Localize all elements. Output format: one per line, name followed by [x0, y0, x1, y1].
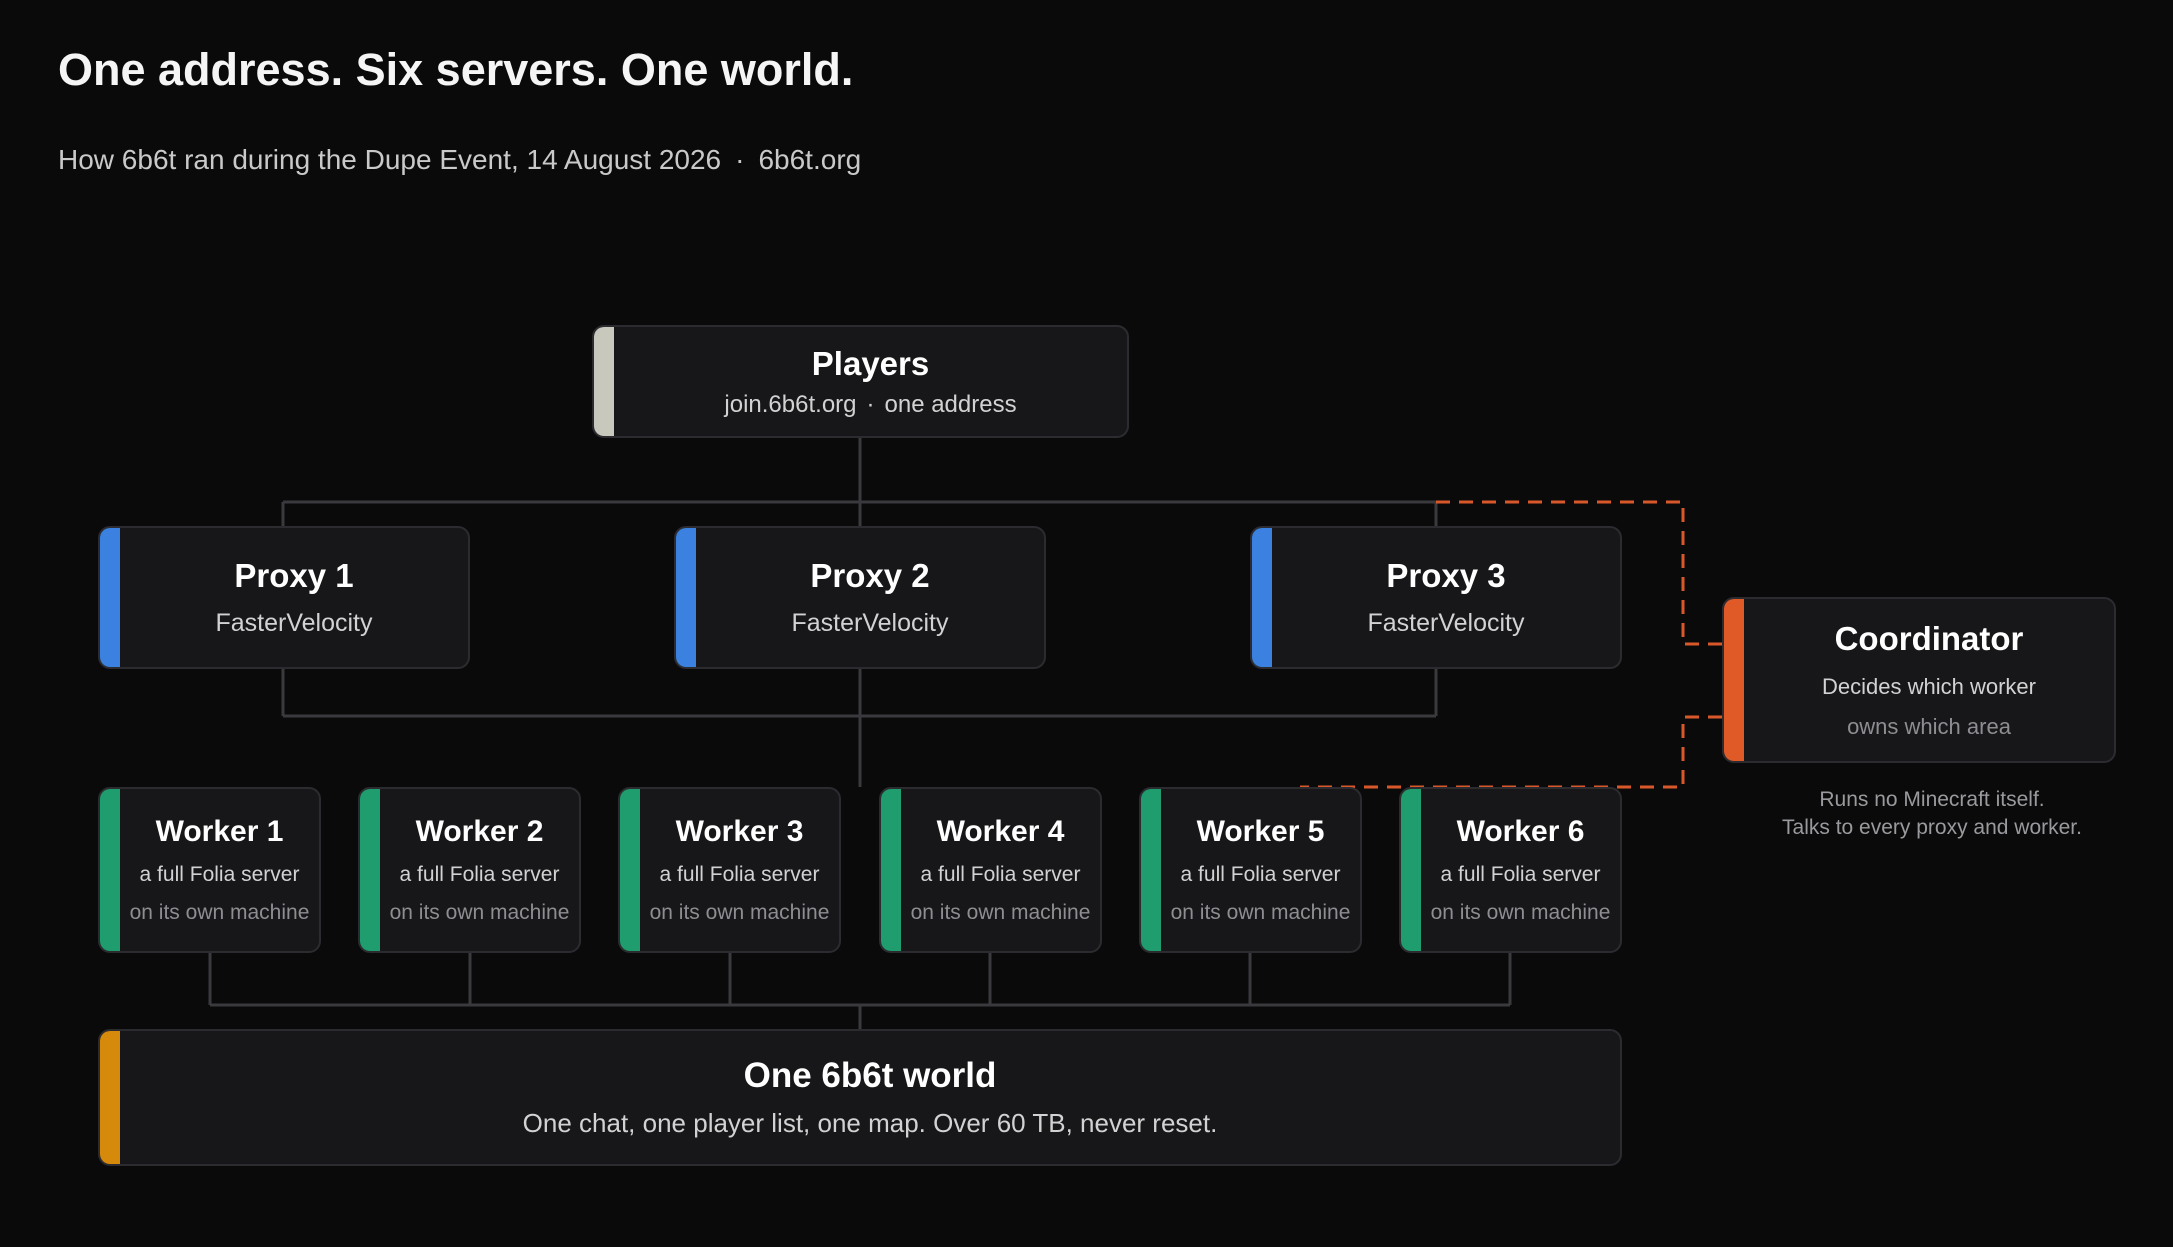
coordinator-note-line1: Runs no Minecraft itself. — [1819, 788, 2045, 811]
worker-accent-bar — [620, 789, 640, 951]
coordinator-node: Coordinator Decides which worker owns wh… — [1722, 597, 2116, 763]
players-address: join.6b6t.org — [724, 390, 857, 418]
worker-line2: on its own machine — [129, 901, 310, 924]
proxy-title: Proxy 3 — [1386, 557, 1506, 594]
players-address-line: join.6b6t.org · one address — [724, 391, 1016, 419]
coordinator-accent-bar — [1724, 599, 1744, 761]
worker-accent-bar — [1401, 789, 1421, 951]
proxy-software: FasterVelocity — [215, 609, 373, 637]
proxy-title: Proxy 2 — [810, 557, 930, 594]
players-accent-bar — [594, 327, 614, 436]
worker-line1: a full Folia server — [920, 863, 1081, 886]
worker-title: Worker 1 — [155, 815, 284, 848]
workers-to-world-line — [208, 951, 1512, 1030]
world-description: One chat, one player list, one map. Over… — [522, 1108, 1218, 1138]
worker-line2: on its own machine — [649, 901, 830, 924]
proxy-node-1: Proxy 1 FasterVelocity — [98, 526, 470, 669]
players-title: Players — [811, 344, 930, 382]
proxy-software: FasterVelocity — [791, 609, 949, 637]
players-separator: · — [866, 390, 875, 418]
worker-node-5: Worker 5 a full Folia server on its own … — [1139, 787, 1362, 953]
coordinator-line1: Decides which worker — [1822, 674, 2036, 699]
world-title: One 6b6t world — [743, 1056, 997, 1095]
worker-line1: a full Folia server — [1180, 863, 1341, 886]
worker-node-6: Worker 6 a full Folia server on its own … — [1399, 787, 1622, 953]
worker-accent-bar — [100, 789, 120, 951]
players-to-proxies-line — [281, 437, 1438, 527]
coordinator-title: Coordinator — [1834, 620, 2024, 657]
worker-line1: a full Folia server — [399, 863, 560, 886]
proxy-node-2: Proxy 2 FasterVelocity — [674, 526, 1046, 669]
worker-accent-bar — [881, 789, 901, 951]
worker-accent-bar — [360, 789, 380, 951]
world-node: One 6b6t world One chat, one player list… — [98, 1029, 1622, 1166]
worker-line2: on its own machine — [389, 901, 570, 924]
worker-node-2: Worker 2 a full Folia server on its own … — [358, 787, 581, 953]
world-accent-bar — [100, 1031, 120, 1164]
worker-line2: on its own machine — [1430, 901, 1611, 924]
players-node: Players join.6b6t.org · one address — [592, 325, 1129, 438]
worker-node-3: Worker 3 a full Folia server on its own … — [618, 787, 841, 953]
worker-title: Worker 4 — [936, 815, 1065, 848]
coordinator-note: Runs no Minecraft itself. Talks to every… — [1722, 786, 2142, 842]
proxy-node-3: Proxy 3 FasterVelocity — [1250, 526, 1622, 669]
proxy-title: Proxy 1 — [234, 557, 354, 594]
proxy-software: FasterVelocity — [1367, 609, 1525, 637]
coordinator-line2: owns which area — [1847, 714, 2011, 739]
worker-title: Worker 2 — [415, 815, 544, 848]
worker-title: Worker 6 — [1456, 815, 1585, 848]
worker-node-1: Worker 1 a full Folia server on its own … — [98, 787, 321, 953]
worker-line1: a full Folia server — [139, 863, 300, 886]
worker-line2: on its own machine — [1170, 901, 1351, 924]
coordinator-note-line2: Talks to every proxy and worker. — [1782, 816, 2082, 839]
worker-line1: a full Folia server — [659, 863, 820, 886]
players-note: one address — [884, 390, 1017, 418]
worker-title: Worker 3 — [675, 815, 804, 848]
worker-line1: a full Folia server — [1440, 863, 1601, 886]
proxy-accent-bar — [676, 528, 696, 667]
worker-accent-bar — [1141, 789, 1161, 951]
worker-node-4: Worker 4 a full Folia server on its own … — [879, 787, 1102, 953]
proxy-accent-bar — [100, 528, 120, 667]
proxy-accent-bar — [1252, 528, 1272, 667]
proxies-to-workers-line — [281, 668, 1438, 787]
coordinator-to-workers-dashed-line — [1300, 715, 1722, 789]
worker-line2: on its own machine — [910, 901, 1091, 924]
worker-title: Worker 5 — [1196, 815, 1325, 848]
